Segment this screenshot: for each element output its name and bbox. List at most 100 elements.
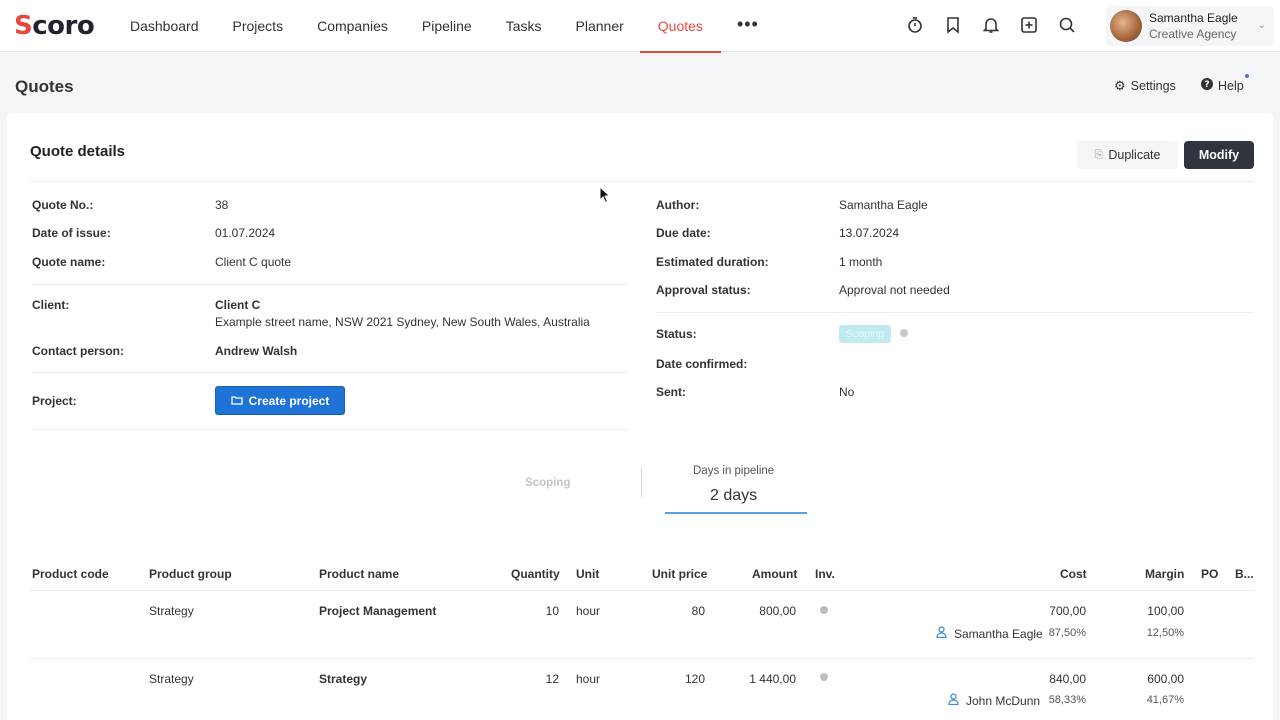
nav-tasks[interactable]: Tasks (506, 0, 542, 52)
divider (32, 429, 628, 430)
duration-label: Estimated duration: (656, 255, 769, 269)
copy-icon: ⎘ (1094, 148, 1104, 161)
divider (30, 590, 1254, 591)
svg-text:?: ? (1204, 80, 1209, 90)
search-icon[interactable] (1056, 14, 1078, 36)
row-cost: 840,00 (1049, 672, 1086, 686)
status-badge[interactable]: Scoping (839, 325, 891, 343)
row-unit: hour (576, 604, 601, 618)
row-product-name[interactable]: Project Management (319, 604, 436, 618)
user-org: Creative Agency (1149, 27, 1237, 41)
add-icon[interactable] (1018, 14, 1040, 36)
row-unit-price: 120 (684, 672, 705, 686)
author-label: Author: (656, 198, 700, 212)
row-margin: 600,00 (1147, 672, 1184, 686)
contact-person-value[interactable]: Andrew Walsh (215, 344, 297, 358)
row-unit-price: 80 (691, 604, 705, 618)
nav-projects[interactable]: Projects (233, 0, 284, 52)
bell-icon[interactable] (980, 14, 1002, 36)
create-project-button[interactable]: Create project (215, 386, 345, 415)
main-nav: Dashboard Projects Companies Pipeline Ta… (130, 0, 793, 53)
nav-companies[interactable]: Companies (317, 0, 388, 52)
pipeline-stage: Scoping (525, 477, 571, 489)
due-date-label: Due date: (656, 226, 711, 240)
row-cost-percent: 58,33% (1048, 694, 1086, 706)
timer-icon[interactable] (904, 14, 926, 36)
row-person[interactable]: John McDunn (966, 694, 1040, 708)
divider (32, 284, 628, 285)
help-icon: ? (1201, 78, 1213, 93)
date-issue-label: Date of issue: (32, 226, 111, 240)
project-label: Project: (32, 394, 77, 408)
quote-details-title: Quote details (30, 143, 126, 160)
col-product-name[interactable]: Product name (319, 567, 399, 581)
row-quantity: 12 (545, 672, 559, 686)
col-inv[interactable]: Inv. (815, 567, 835, 581)
row-margin: 100,00 (1147, 604, 1184, 618)
row-cost: 700,00 (1049, 604, 1086, 618)
page-title: Quotes (15, 77, 74, 96)
col-b[interactable]: B... (1235, 567, 1254, 581)
row-product-group: Strategy (149, 604, 194, 618)
person-icon (936, 626, 947, 641)
scoro-logo[interactable]: Scoro (14, 11, 95, 41)
col-po[interactable]: PO (1201, 567, 1218, 581)
col-margin[interactable]: Margin (1145, 567, 1184, 581)
divider (30, 181, 1254, 182)
mouse-cursor-icon (599, 186, 611, 204)
col-unit-price[interactable]: Unit price (652, 567, 707, 581)
pipeline-progress-bar (665, 512, 807, 514)
col-amount[interactable]: Amount (752, 567, 797, 581)
row-product-group: Strategy (149, 672, 194, 686)
days-in-pipeline-label: Days in pipeline (693, 465, 775, 477)
row-inv-dot (820, 606, 828, 614)
duplicate-button[interactable]: ⎘ Duplicate (1077, 141, 1178, 169)
row-margin-percent: 41,67% (1146, 694, 1184, 706)
date-issue-value: 01.07.2024 (215, 226, 276, 240)
client-address: Example street name, NSW 2021 Sydney, Ne… (215, 315, 590, 329)
chevron-down-icon: ⌄ (1257, 20, 1266, 31)
days-in-pipeline-value: 2 days (710, 487, 758, 504)
quote-no-value: 38 (215, 198, 229, 212)
create-project-label: Create project (248, 393, 330, 408)
notification-dot (1245, 74, 1249, 78)
settings-label: Settings (1130, 79, 1176, 93)
folder-icon (230, 394, 243, 408)
status-indicator-dot (900, 329, 908, 337)
approval-status-value: Approval not needed (839, 283, 950, 297)
divider (30, 658, 1254, 659)
nav-planner[interactable]: Planner (576, 0, 624, 52)
col-cost[interactable]: Cost (1060, 567, 1087, 581)
row-product-name[interactable]: Strategy (319, 672, 367, 686)
divider (656, 312, 1252, 313)
client-value[interactable]: Client C (215, 298, 260, 312)
row-person[interactable]: Samantha Eagle (954, 627, 1043, 641)
quote-name-label: Quote name: (32, 255, 106, 269)
date-confirmed-label: Date confirmed: (656, 357, 748, 371)
pipeline-separator (641, 467, 642, 497)
user-menu[interactable]: Samantha Eagle Creative Agency ⌄ (1106, 6, 1274, 46)
status-label: Status: (656, 327, 697, 341)
col-product-code[interactable]: Product code (32, 567, 109, 581)
quote-name-value: Client C quote (215, 255, 292, 269)
help-link[interactable]: ? Help (1201, 78, 1244, 93)
top-navigation-bar: Scoro Dashboard Projects Companies Pipel… (0, 0, 1280, 53)
settings-link[interactable]: ⚙ Settings (1114, 78, 1176, 94)
top-icons (904, 14, 1094, 36)
quote-no-label: Quote No.: (32, 198, 94, 212)
bookmark-icon[interactable] (942, 14, 964, 36)
col-unit[interactable]: Unit (576, 567, 599, 581)
modify-button[interactable]: Modify (1184, 141, 1254, 169)
nav-dashboard[interactable]: Dashboard (130, 0, 199, 52)
col-product-group[interactable]: Product group (149, 567, 232, 581)
row-amount: 1 440,00 (749, 672, 796, 686)
row-margin-percent: 12,50% (1146, 627, 1184, 639)
col-quantity[interactable]: Quantity (511, 567, 560, 581)
nav-more-icon[interactable]: ••• (737, 0, 759, 52)
user-name: Samantha Eagle (1149, 11, 1238, 25)
avatar (1110, 10, 1142, 42)
nav-pipeline[interactable]: Pipeline (422, 0, 472, 52)
nav-quotes[interactable]: Quotes (639, 0, 722, 53)
help-label: Help (1218, 78, 1244, 93)
sent-value: No (839, 385, 855, 399)
